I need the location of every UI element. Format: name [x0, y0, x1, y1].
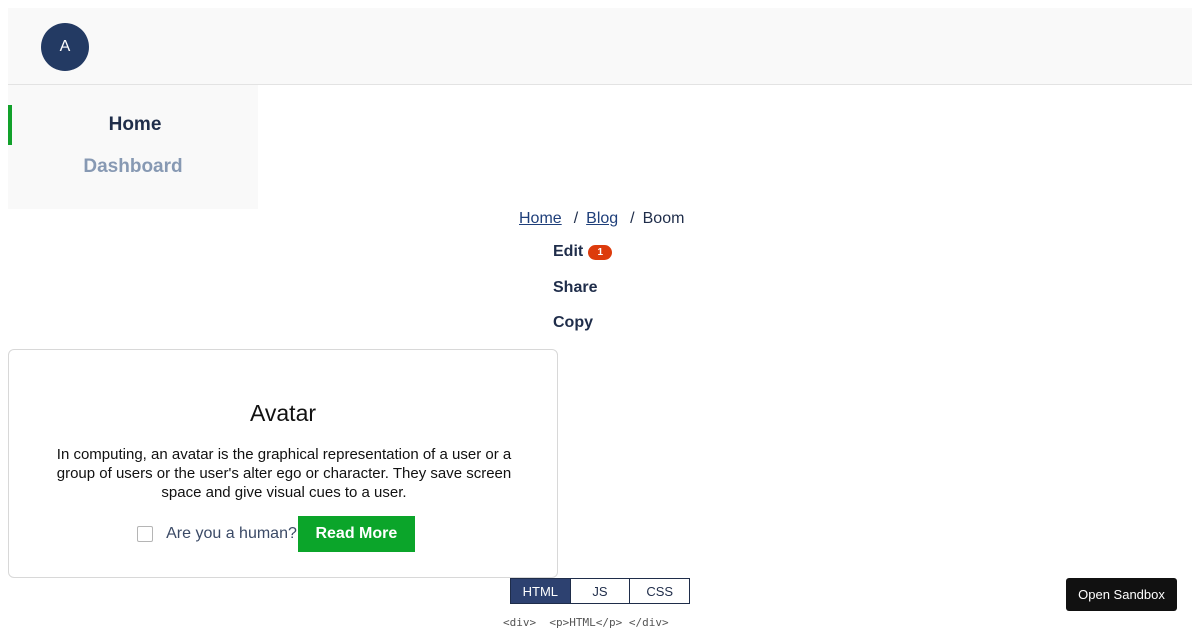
edit-label: Edit [553, 243, 584, 260]
sidebar: Home Dashboard [8, 85, 258, 209]
share-label: Share [553, 278, 598, 296]
breadcrumb-link-blog[interactable]: Blog [586, 210, 618, 228]
tab-css[interactable]: CSS [630, 579, 690, 603]
breadcrumb: Home / Blog / Boom [519, 209, 684, 229]
top-header: A [8, 8, 1192, 85]
avatar-card: Avatar In computing, an avatar is the gr… [8, 349, 558, 578]
action-list: Edit 1 Share Copy [553, 242, 613, 349]
breadcrumb-current: Boom [642, 210, 685, 227]
human-checkbox-label[interactable]: Are you a human? [166, 525, 297, 543]
avatar[interactable]: A [41, 23, 89, 71]
copy-label: Copy [553, 314, 593, 331]
notification-badge: 1 [588, 244, 613, 260]
tab-html[interactable]: HTML [511, 579, 571, 603]
edit-action[interactable]: Edit 1 [553, 242, 613, 262]
code-tabs: HTML JS CSS [510, 578, 690, 604]
code-preview: <div> <p>HTML</p> </div> [503, 616, 669, 629]
copy-action[interactable]: Copy [553, 313, 612, 333]
tab-js[interactable]: JS [570, 579, 631, 603]
page: A Home Dashboard Home / Blog / Boom Edit… [0, 0, 1200, 630]
breadcrumb-separator: / [573, 210, 579, 227]
sidebar-item-home[interactable]: Home [8, 105, 258, 145]
card-actions: Are you a human? Read More [9, 516, 557, 552]
breadcrumb-link-home[interactable]: Home [519, 210, 562, 228]
card-title: Avatar [249, 400, 317, 426]
sidebar-item-dashboard[interactable]: Dashboard [8, 147, 258, 187]
read-more-button[interactable]: Read More [297, 516, 415, 552]
human-checkbox[interactable] [137, 526, 154, 542]
breadcrumb-separator: / [630, 210, 635, 227]
share-action[interactable]: Share [553, 278, 612, 298]
card-description: In computing, an avatar is the graphical… [56, 446, 512, 501]
open-sandbox-button[interactable]: Open Sandbox [1066, 578, 1177, 611]
